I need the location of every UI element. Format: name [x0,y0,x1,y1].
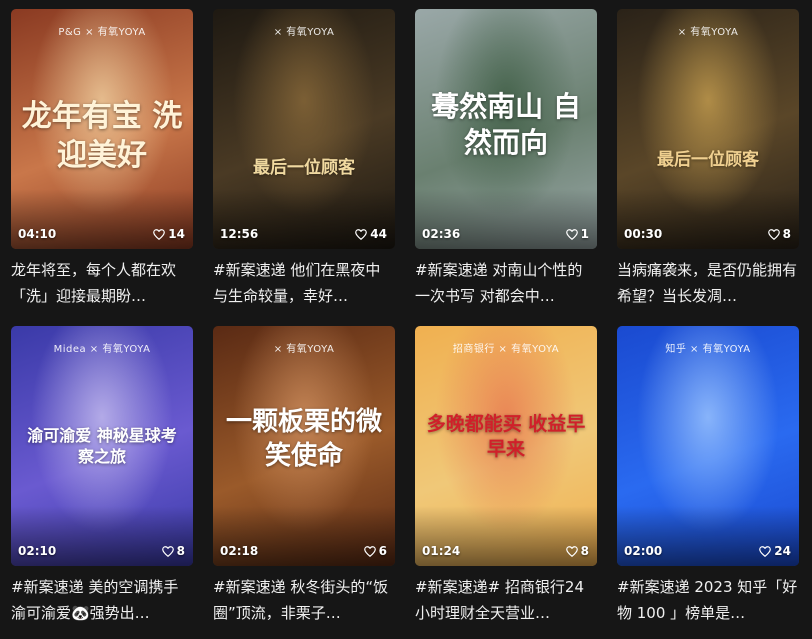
like-count: 14 [153,227,185,241]
heart-icon [153,228,166,240]
like-count: 44 [355,227,387,241]
video-duration: 02:00 [624,544,663,558]
video-thumbnail[interactable]: Midea × 有氧YOYA 渝可渝爱 神秘星球考察之旅 02:10 8 [11,326,193,566]
like-count: 6 [363,544,387,558]
video-card[interactable]: Midea × 有氧YOYA 渝可渝爱 神秘星球考察之旅 02:10 8 #新案… [11,326,193,626]
poster-title: 一颗板栗的微笑使命 [225,407,382,471]
poster-title: 渝可渝爱 神秘星球考察之旅 [27,426,177,466]
like-count: 24 [759,544,791,558]
brand-logo: × 有氧YOYA [273,27,335,38]
video-title[interactable]: #新案速递 美的空调携手渝可渝爱🐼强势出… [11,574,193,626]
poster-title: 蓦然南山 自然而向 [431,90,581,160]
brand-logo: 知乎 × 有氧YOYA [665,344,751,355]
poster-title: 最后一位顾客 [657,150,759,170]
heart-icon [363,545,376,557]
brand-logo: × 有氧YOYA [273,344,335,355]
like-count: 8 [161,544,185,558]
video-duration: 02:10 [18,544,57,558]
video-card[interactable]: 蓦然南山 自然而向 02:36 1 #新案速递 对南山个性的一次书写 对都会中… [415,9,597,309]
video-title[interactable]: #新案速递 秋冬街头的“饭圈”顶流，非栗子… [213,574,395,626]
video-thumbnail[interactable]: × 有氧YOYA 一颗板栗的微笑使命 02:18 6 [213,326,395,566]
video-card[interactable]: 招商银行 × 有氧YOYA 多晚都能买 收益早早来 01:24 8 #新案速递#… [415,326,597,626]
video-card[interactable]: × 有氧YOYA 最后一位顾客 00:30 8 当病痛袭来，是否仍能拥有希望？当… [617,9,799,309]
like-count-value: 8 [176,544,185,558]
video-title[interactable]: #新案速递# 招商银行24小时理财全天营业… [415,574,597,626]
video-thumbnail[interactable]: × 有氧YOYA 最后一位顾客 00:30 8 [617,9,799,249]
heart-icon [565,228,578,240]
video-duration: 02:36 [422,227,461,241]
poster-title: 龙年有宝 洗迎美好 [21,99,183,173]
brand-logo: Midea × 有氧YOYA [53,344,151,355]
like-count-value: 1 [580,227,589,241]
video-card[interactable]: 知乎 × 有氧YOYA 02:00 24 #新案速递 2023 知乎「好物 10… [617,326,799,626]
video-thumbnail[interactable]: 蓦然南山 自然而向 02:36 1 [415,9,597,249]
like-count: 8 [767,227,791,241]
video-title[interactable]: #新案速递 他们在黑夜中与生命较量，幸好… [213,257,395,309]
video-duration: 02:18 [220,544,259,558]
like-count-value: 44 [370,227,387,241]
video-title[interactable]: #新案速递 对南山个性的一次书写 对都会中… [415,257,597,309]
heart-icon [565,545,578,557]
like-count-value: 14 [168,227,185,241]
video-thumbnail[interactable]: 知乎 × 有氧YOYA 02:00 24 [617,326,799,566]
video-duration: 04:10 [18,227,57,241]
video-duration: 01:24 [422,544,461,558]
video-thumbnail[interactable]: 招商银行 × 有氧YOYA 多晚都能买 收益早早来 01:24 8 [415,326,597,566]
video-title[interactable]: 龙年将至，每个人都在欢「洗」迎接最期盼… [11,257,193,309]
video-card[interactable]: × 有氧YOYA 最后一位顾客 12:56 44 #新案速递 他们在黑夜中与生命… [213,9,395,309]
poster-title: 最后一位顾客 [253,158,355,178]
like-count: 1 [565,227,589,241]
video-card[interactable]: × 有氧YOYA 一颗板栗的微笑使命 02:18 6 #新案速递 秋冬街头的“饭… [213,326,395,626]
like-count-value: 8 [782,227,791,241]
video-thumbnail[interactable]: × 有氧YOYA 最后一位顾客 12:56 44 [213,9,395,249]
like-count-value: 8 [580,544,589,558]
brand-logo: P&G × 有氧YOYA [58,27,146,38]
heart-icon [767,228,780,240]
heart-icon [161,545,174,557]
heart-icon [355,228,368,240]
brand-logo: 招商银行 × 有氧YOYA [452,344,560,355]
video-title[interactable]: 当病痛袭来，是否仍能拥有希望？当长发凋… [617,257,799,309]
brand-logo: × 有氧YOYA [677,27,739,38]
like-count-value: 6 [378,544,387,558]
video-title[interactable]: #新案速递 2023 知乎「好物 100 」榜单是… [617,574,799,626]
poster-title: 多晚都能买 收益早早来 [426,413,586,460]
video-thumbnail[interactable]: P&G × 有氧YOYA 龙年有宝 洗迎美好 04:10 14 [11,9,193,249]
video-duration: 12:56 [220,227,259,241]
heart-icon [759,545,772,557]
like-count-value: 24 [774,544,791,558]
video-grid: P&G × 有氧YOYA 龙年有宝 洗迎美好 04:10 14 龙年将至，每个人… [0,0,812,639]
like-count: 8 [565,544,589,558]
video-card[interactable]: P&G × 有氧YOYA 龙年有宝 洗迎美好 04:10 14 龙年将至，每个人… [11,9,193,309]
video-duration: 00:30 [624,227,663,241]
